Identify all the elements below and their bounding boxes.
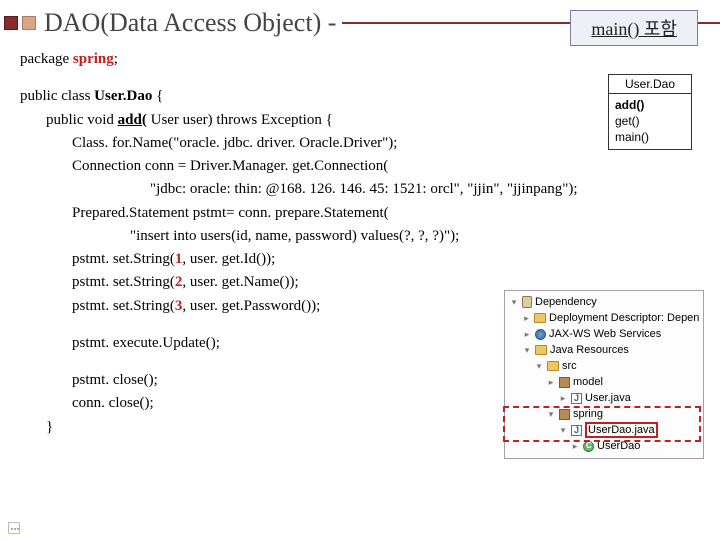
folder-icon [534, 313, 546, 323]
tree-node[interactable]: ▾src [509, 358, 699, 374]
webservices-icon [535, 329, 546, 340]
java-file-icon [571, 393, 582, 404]
deco-square-dark [4, 16, 18, 30]
tree-node[interactable]: ▾spring [509, 406, 699, 422]
tree-node-highlighted[interactable]: ▾UserDao.java [509, 422, 699, 438]
tree-node[interactable]: ▾Dependency [509, 294, 699, 310]
main-included-badge: main() 포함 [570, 10, 698, 46]
slide-title: DAO(Data Access Object) - [44, 8, 336, 38]
class-icon [583, 441, 594, 452]
tree-node[interactable]: ▸Deployment Descriptor: Dependency [509, 310, 699, 326]
project-icon [522, 296, 532, 308]
tree-node[interactable]: ▸User.java [509, 390, 699, 406]
tree-node[interactable]: ▸UserDao [509, 438, 699, 454]
class-diagram: User.Dao add() get() main() [608, 74, 692, 150]
code-line: package spring; [20, 48, 704, 71]
package-icon [559, 409, 570, 420]
java-file-icon [571, 425, 582, 436]
tree-node[interactable]: ▾Java Resources [509, 342, 699, 358]
method-main: main() [615, 129, 685, 145]
class-diagram-name: User.Dao [609, 75, 691, 94]
code-line: public void add( User user) throws Excep… [20, 109, 704, 132]
code-line: "insert into users(id, name, password) v… [20, 225, 704, 248]
code-line: pstmt. set.String(1, user. get.Id()); [20, 248, 704, 271]
tree-node[interactable]: ▸model [509, 374, 699, 390]
code-line: public class User.Dao { [20, 85, 704, 108]
method-add: add() [615, 97, 685, 113]
project-tree: ▾Dependency ▸Deployment Descriptor: Depe… [504, 290, 704, 459]
slide-footer-icon [8, 522, 20, 534]
folder-icon [535, 345, 547, 355]
deco-square-light [22, 16, 36, 30]
code-line: "jdbc: oracle: thin: @168. 126. 146. 45:… [20, 178, 704, 201]
package-icon [559, 377, 570, 388]
code-line: Class. for.Name("oracle. jdbc. driver. O… [20, 132, 704, 155]
code-line: Prepared.Statement pstmt= conn. prepare.… [20, 202, 704, 225]
code-line: Connection conn = Driver.Manager. get.Co… [20, 155, 704, 178]
tree-node[interactable]: ▸JAX-WS Web Services [509, 326, 699, 342]
class-diagram-methods: add() get() main() [609, 94, 691, 149]
method-get: get() [615, 113, 685, 129]
src-folder-icon [547, 361, 559, 371]
